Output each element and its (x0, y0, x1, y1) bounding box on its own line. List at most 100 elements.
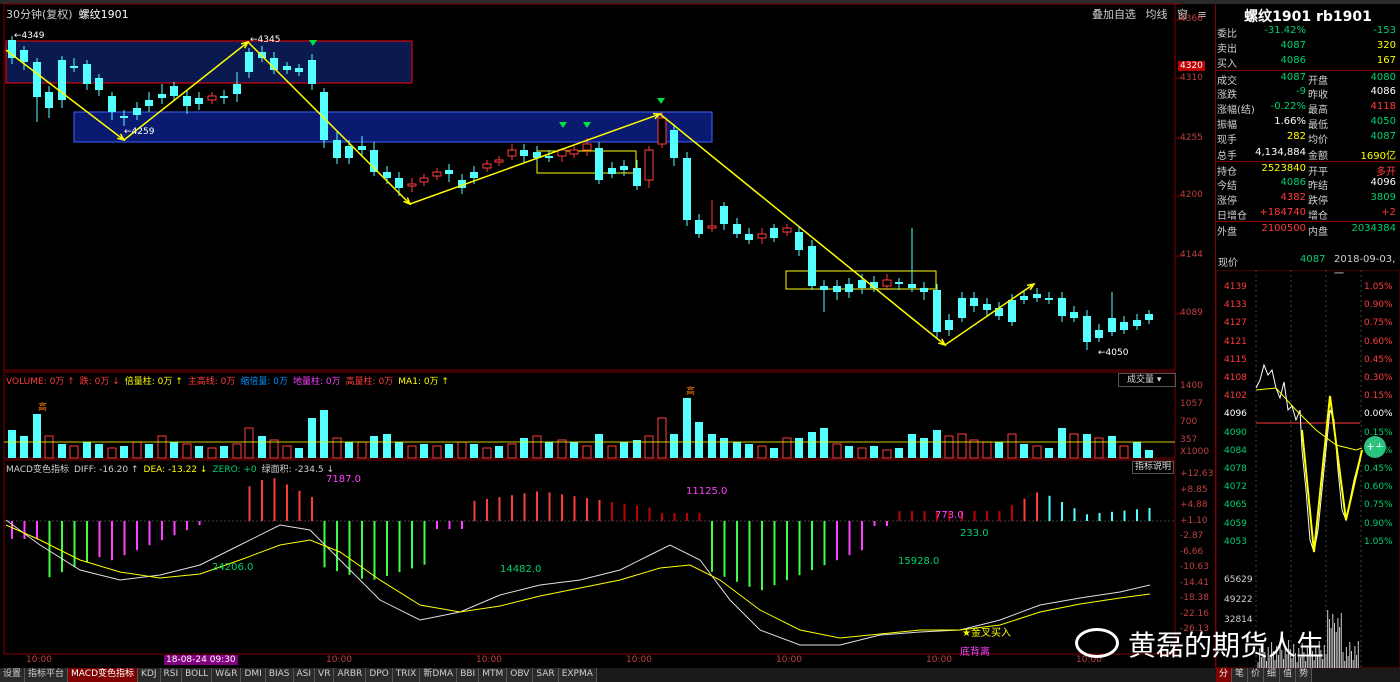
candle-body (770, 228, 778, 238)
macd-y-tick: +8.85 (1180, 484, 1208, 495)
volume-bar (244, 427, 254, 459)
quote-value: 2100500 (1261, 223, 1306, 235)
volume-bar (908, 434, 916, 458)
volume-bar (733, 442, 741, 458)
volume-bar (995, 442, 1003, 458)
volume-bar (420, 444, 428, 458)
candle-body (882, 279, 892, 287)
quote-row: 涨跌 -9 昨收 4086 (1216, 85, 1400, 101)
volume-bar (620, 442, 628, 458)
mini-y-tick: 4108 (1224, 373, 1247, 383)
macd-y-tick: -14.41 (1180, 577, 1210, 588)
mini-y-tick: 4078 (1224, 464, 1247, 474)
mini-y-tick-pct: 0.15% (1364, 391, 1393, 402)
vol-high-mark: 高 (686, 387, 696, 397)
macd-y-tick: -22.16 (1180, 608, 1210, 619)
quote-label: 卖出 (1217, 44, 1237, 56)
indicator-tab[interactable]: 指标平台 (25, 668, 69, 682)
candle-body (383, 172, 391, 178)
price-annotation: ←4259 (124, 127, 155, 137)
quote-label: 买入 (1217, 59, 1237, 71)
candle-body (757, 233, 767, 239)
indicator-tab[interactable]: EXPMA (558, 668, 597, 682)
mini-y-tick: 4059 (1224, 518, 1247, 529)
side-tab[interactable]: 分 (1216, 668, 1233, 682)
indicator-tab[interactable]: BBI (457, 668, 480, 682)
indicator-tab[interactable]: DPO (366, 668, 393, 682)
quote-label: 委比 (1217, 29, 1237, 40)
volume-bar (1108, 436, 1116, 458)
volume-bar (445, 444, 453, 458)
indicator-tab[interactable]: ASI (293, 668, 316, 682)
indicator-tab[interactable]: RSI (160, 668, 183, 682)
volume-bar (633, 440, 641, 458)
quote-label: 涨幅(结) (1217, 104, 1255, 116)
mini-label: 现价 (1218, 258, 1238, 269)
volume-bar (520, 438, 528, 458)
indicator-tab[interactable]: ARBR (334, 668, 367, 682)
mini-y-tick: 4084 (1224, 445, 1247, 456)
mini-y-tick: 4115 (1224, 354, 1247, 365)
volume-bar (132, 441, 142, 459)
indicator-tab[interactable]: MTM (479, 668, 508, 682)
indicator-tab[interactable]: 设置 (0, 668, 26, 682)
y-tick: 4366 (1180, 14, 1203, 24)
volume-bar (407, 445, 417, 459)
mini-y-tick: 4102 (1224, 391, 1247, 402)
indicator-tab[interactable]: 新DMA (420, 668, 458, 682)
side-tab[interactable]: 笔 (1232, 668, 1249, 682)
indicator-tab[interactable]: MACD变色指标 (68, 668, 139, 682)
quote-value: +184740 (1259, 207, 1306, 219)
volume-bar (745, 444, 753, 458)
contract-title: 螺纹1901 rb1901 (1244, 9, 1372, 25)
indicator-tab[interactable]: BOLL (182, 668, 213, 682)
quote-label: 涨停 (1217, 196, 1237, 208)
quote-value: +2 (1381, 207, 1396, 219)
volume-bar (457, 441, 467, 459)
volume-bar (933, 430, 941, 458)
side-tab[interactable]: 势 (1296, 668, 1313, 682)
mini-y-tick: 4065 (1224, 500, 1247, 511)
indicator-tab[interactable]: KDJ (138, 668, 161, 682)
candle-body (445, 170, 453, 174)
indicator-tab[interactable]: TRIX (392, 668, 421, 682)
volume-bar (207, 447, 217, 459)
volume-bar (695, 422, 703, 458)
side-tab[interactable]: 值 (1280, 668, 1297, 682)
volume-bar (1020, 444, 1028, 458)
candle-body (582, 143, 592, 151)
mini-price: 4087 (1300, 254, 1326, 265)
legend-item: 主高线: 0万 (187, 377, 236, 387)
volume-selector[interactable]: 成交量 ▾ (1118, 373, 1176, 387)
trend-line (5, 40, 1035, 346)
side-tab[interactable]: 细 (1264, 668, 1281, 682)
indicator-tab[interactable]: W&R (212, 668, 242, 682)
candle-body (958, 298, 966, 318)
kline-chart[interactable] (0, 0, 1216, 668)
candle-body (1120, 322, 1128, 330)
consolidation-box (73, 111, 713, 143)
price-annotation: ←4349 (14, 31, 45, 41)
quote-value: 4087 (1280, 40, 1306, 52)
quote-value: 4087 (1370, 131, 1396, 143)
volume-bar (320, 410, 328, 458)
quote-value: 1690亿 (1360, 150, 1396, 162)
indicator-tab[interactable]: SAR (533, 668, 559, 682)
volume-bar (1133, 442, 1141, 458)
indicator-tab[interactable]: OBV (507, 668, 534, 682)
volume-bar (832, 443, 842, 459)
indicator-help-button[interactable]: 指标说明 (1132, 461, 1174, 474)
macd-y-tick: -10.63 (1180, 562, 1210, 572)
side-tab[interactable]: 价 (1248, 668, 1265, 682)
volume-bar (1069, 433, 1079, 459)
candle-body (432, 171, 442, 177)
quote-value: 4087 (1280, 71, 1306, 83)
mini-y-tick: 4090 (1224, 427, 1247, 438)
macd-legend: MACD变色指标 DIFF: -16.20 ↑ DEA: -13.22 ↓ ZERO:… (6, 462, 339, 475)
indicator-tab[interactable]: BIAS (265, 668, 294, 682)
candle-body (983, 304, 991, 310)
indicator-tab[interactable]: DMI (241, 668, 266, 682)
side-tabs: 分笔价细值势 (1216, 668, 1400, 682)
candle-body (395, 178, 403, 188)
indicator-tab[interactable]: VR (315, 668, 335, 682)
